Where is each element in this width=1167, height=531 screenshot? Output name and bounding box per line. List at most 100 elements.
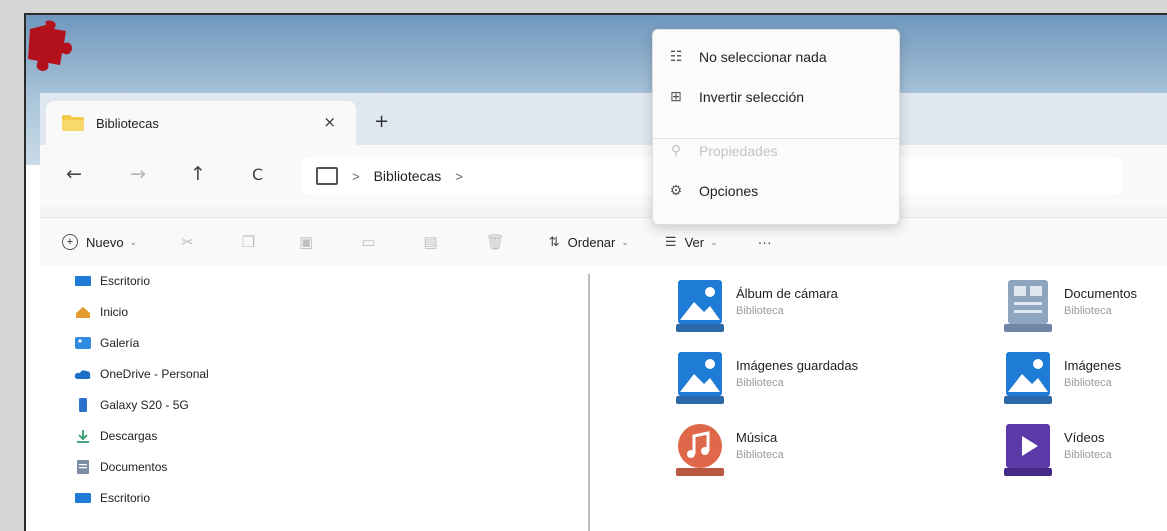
library-item[interactable]: Documentos Biblioteca [1002,280,1137,334]
menu-item-label: Opciones [699,182,759,199]
library-name: Música [736,430,778,445]
library-item[interactable]: Música Biblioteca [674,424,784,478]
menu-item[interactable]: ⚲ Propiedades [667,142,778,159]
rename-icon[interactable]: ▭ [361,233,375,251]
sidebar-item[interactable]: Inicio [74,305,128,319]
library-name: Vídeos [1064,430,1105,445]
phone-icon [79,398,87,412]
invert-selection-icon: ⊞ [670,88,682,104]
refresh-icon[interactable]: C [252,165,263,184]
breadcrumb-bibliotecas[interactable]: Bibliotecas [374,168,442,184]
sidebar-item-label: Descargas [100,429,158,443]
library-type: Biblioteca [736,377,784,389]
menu-item[interactable]: ⊞ Invertir selección [667,88,804,105]
pane-splitter[interactable] [588,274,590,531]
menu-item-label: Invertir selección [699,88,805,105]
paste-icon[interactable]: ▣ [299,233,313,251]
breadcrumb-separator: > [352,168,360,184]
select-none-icon: ☷ [669,48,683,64]
command-bar: + Nuevo ⌄ ✂ ❐ ▣ ▭ ▤ 🗑 ⇅ Ordenar ⌄ ☰ Ver … [40,217,1167,267]
home-icon [76,307,90,318]
back-arrow-icon[interactable]: ← [66,163,82,185]
sidebar-item-label: Galería [100,336,140,350]
library-item[interactable]: Álbum de cámara Biblioteca [674,280,838,334]
tab-title: Bibliotecas [96,115,159,131]
gear-icon: ⚙ [669,182,683,198]
desktop-icon [75,276,91,286]
library-item[interactable]: Imágenes guardadas Biblioteca [674,352,858,406]
library-item[interactable]: Vídeos Biblioteca [1002,424,1112,478]
properties-icon: ⚲ [670,142,682,158]
see-more-button[interactable]: ··· [758,234,772,250]
view-button[interactable]: ☰ Ver ⌄ [665,234,718,250]
cut-icon[interactable]: ✂ [181,233,194,251]
sidebar-item[interactable]: OneDrive - Personal [74,367,209,381]
computer-icon [316,167,338,185]
chevron-down-icon: ⌄ [129,236,138,247]
music-icon [676,424,724,476]
forward-arrow-icon[interactable]: → [130,163,146,185]
sidebar-item-label: OneDrive - Personal [100,367,209,381]
cloud-icon [74,370,91,379]
menu-divider [653,138,899,139]
copy-icon[interactable]: ❐ [242,233,255,251]
content-area: Escritorio Inicio Galería OneDrive - Person… [40,266,1167,531]
library-type: Biblioteca [736,305,784,317]
screenshot-frame: Bibliotecas × + ← → ↑ C > Bibliotecas > … [24,13,1167,531]
sidebar-item[interactable]: Escritorio [74,274,150,288]
new-tab-button[interactable]: + [374,111,389,132]
see-more-menu: ☷ No seleccionar nada ⊞ Invertir selección ⚲… [652,29,900,225]
menu-item-label: No seleccionar nada [699,48,827,65]
up-arrow-icon[interactable]: ↑ [190,163,206,185]
tab-close-button[interactable]: × [323,113,336,131]
sidebar-item-label: Inicio [100,305,129,319]
puzzle-piece-icon [28,20,72,71]
documents-library-icon [1004,280,1052,332]
view-label: Ver [684,234,705,250]
desktop-icon [75,493,91,503]
sort-icon: ⇅ [548,234,560,249]
menu-item[interactable]: ☷ No seleccionar nada [667,48,827,65]
sidebar-item[interactable]: Documentos [74,460,167,474]
download-icon [77,430,89,443]
library-item[interactable]: Imágenes Biblioteca [1002,352,1121,406]
camera-roll-icon [676,280,724,332]
sidebar-item[interactable]: Galería [74,336,139,350]
new-label: Nuevo [86,234,124,250]
navigation-bar: ← → ↑ C > Bibliotecas > [40,145,1167,207]
gallery-icon [75,337,91,349]
new-button[interactable]: + Nuevo ⌄ [62,234,137,250]
sidebar-item-label: Galaxy S20 - 5G [100,398,189,412]
sort-button[interactable]: ⇅ Ordenar ⌄ [549,234,629,250]
menu-item[interactable]: ⚙ Opciones [667,182,758,199]
sidebar-item[interactable]: Descargas [74,429,157,443]
view-icon: ☰ [664,234,677,249]
sort-label: Ordenar [567,234,616,250]
sidebar-item-label: Escritorio [100,274,151,288]
sidebar-item[interactable]: Escritorio [74,491,150,505]
library-type: Biblioteca [1064,377,1112,389]
pictures-icon [1004,352,1052,404]
library-name: Álbum de cámara [736,286,838,301]
library-type: Biblioteca [736,449,784,461]
library-type: Biblioteca [1064,305,1112,317]
sidebar-item-label: Escritorio [100,491,151,505]
documents-icon [77,460,89,474]
tab-bar: Bibliotecas × + [40,93,1167,145]
navigation-pane: Escritorio Inicio Galería OneDrive - Person… [40,266,586,531]
library-type: Biblioteca [1064,449,1112,461]
chevron-down-icon: ⌄ [621,236,629,247]
breadcrumb-chevron[interactable]: > [455,169,463,184]
saved-pictures-icon [676,352,724,404]
chevron-down-icon: ⌄ [710,236,718,247]
sidebar-item-label: Documentos [100,460,168,474]
delete-icon[interactable]: 🗑 [486,233,505,251]
sidebar-item[interactable]: Galaxy S20 - 5G [74,398,189,412]
folder-icon [62,115,84,131]
file-explorer-window: Bibliotecas × + ← → ↑ C > Bibliotecas > … [40,93,1167,531]
share-icon[interactable]: ▤ [424,233,438,251]
plus-circle-icon: + [62,234,78,250]
library-name: Imágenes [1064,358,1122,373]
tab-bibliotecas[interactable]: Bibliotecas × [46,101,356,145]
library-name: Imágenes guardadas [736,358,859,373]
